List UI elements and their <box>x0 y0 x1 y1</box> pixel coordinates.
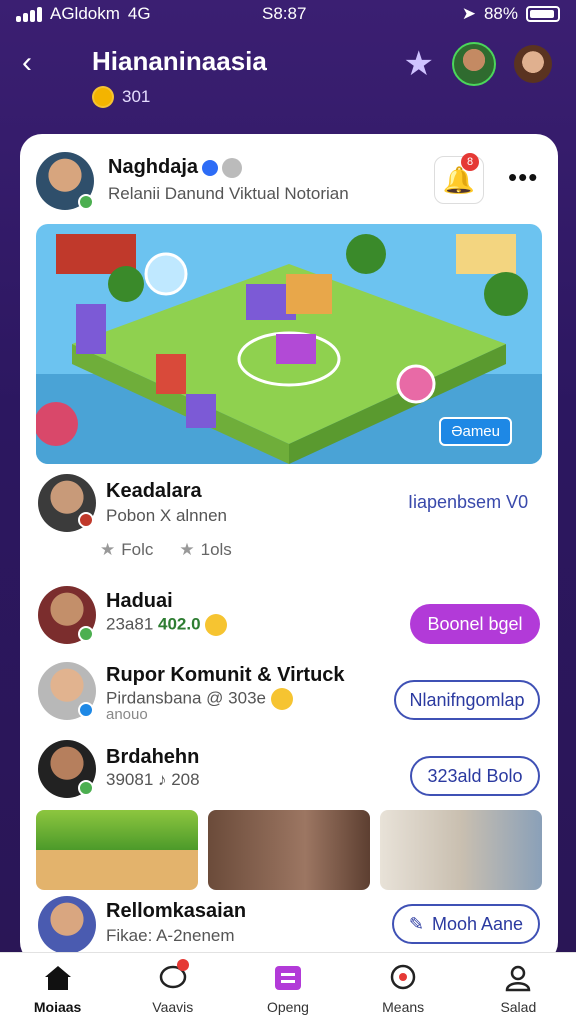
avatar[interactable] <box>514 45 552 83</box>
primary-action-button[interactable]: Boonel bgel <box>410 604 540 644</box>
apps-icon <box>272 963 304 993</box>
profile-icon <box>502 963 534 993</box>
secondary-action-button[interactable]: ✎ Mooh Aane <box>392 904 540 944</box>
tab-profile[interactable]: Salad <box>473 963 563 1015</box>
user-name: Brdahehn <box>106 746 200 768</box>
meta-item[interactable]: ★ 1ols <box>179 540 231 560</box>
online-indicator <box>78 194 94 210</box>
tab-label: Vaavis <box>152 998 194 1015</box>
back-button[interactable]: ‹ <box>22 48 32 78</box>
more-options-icon[interactable]: ••• <box>508 162 538 193</box>
carrier-label: AGldokm <box>50 4 120 23</box>
tab-label: Moiaas <box>33 998 82 1015</box>
home-icon <box>42 963 74 993</box>
verified-icon <box>202 159 219 176</box>
status-indicator <box>78 702 94 718</box>
user-subtitle: Pobon X alnnen <box>106 506 227 525</box>
network-label: 4G <box>127 4 151 23</box>
user-subtitle: 39081 ♪ 208 <box>106 770 200 789</box>
tab-messages[interactable]: Means <box>358 963 448 1015</box>
location-icon: ➤ <box>461 4 476 23</box>
chat-icon <box>157 958 189 993</box>
star-icon: ★ <box>179 540 195 559</box>
user-avatar[interactable] <box>38 896 96 954</box>
meta-label: Folc <box>121 540 154 559</box>
meta-item[interactable]: ★ Folc <box>100 540 153 560</box>
emoji-icon <box>205 614 228 636</box>
photo-thumbnail[interactable] <box>36 810 198 890</box>
hero-chip[interactable]: Əameu <box>439 417 512 446</box>
post-subtitle: Relanii Danund Viktual Notorian <box>108 184 349 203</box>
coin-count: 301 <box>122 87 151 106</box>
notification-badge: 8 <box>461 153 479 171</box>
emoji-icon <box>270 688 293 710</box>
user-subtitle-secondary: anouo <box>106 706 148 723</box>
post-meta: ★ Folc ★ 1ols <box>100 540 232 560</box>
clock: S8:87 <box>262 4 307 23</box>
avatar[interactable] <box>452 42 496 86</box>
photo-thumbnail[interactable] <box>208 810 370 890</box>
notification-dot <box>176 958 189 971</box>
page-title: Hiananinaasia <box>92 46 267 76</box>
user-name: Rellomkasaian <box>106 900 247 922</box>
tab-apps[interactable]: Openg <box>243 963 333 1015</box>
signal-icon <box>16 6 42 22</box>
tab-label: Salad <box>500 998 537 1015</box>
notification-button[interactable]: 🔔 8 <box>434 153 484 204</box>
online-indicator <box>78 780 94 796</box>
tab-label: Openg <box>266 998 309 1015</box>
secondary-action-button[interactable]: Nlanifngomlap <box>394 680 540 720</box>
battery-percent: 88% <box>483 4 518 23</box>
app-header: ‹ Hiananinaasia 301 ★ <box>0 34 576 124</box>
badge-icon <box>222 157 243 178</box>
status-indicator <box>78 512 94 528</box>
follow-link[interactable]: Iiapenbsem V0 <box>408 492 528 513</box>
star-icon[interactable]: ★ <box>404 47 434 81</box>
tab-home[interactable]: Moiaas <box>13 963 103 1015</box>
button-label: Mooh Aane <box>432 913 524 934</box>
photo-thumbnail[interactable] <box>380 810 542 890</box>
coin-balance: 301 <box>92 86 150 108</box>
user-name: Rupor Komunit & Virtuck <box>106 664 345 686</box>
user-name: Haduai <box>106 590 173 612</box>
battery-icon <box>526 6 560 22</box>
subtitle-value: 402.0 <box>158 614 201 634</box>
hero-illustration[interactable]: Əameu <box>36 224 542 464</box>
user-name: Keadalara <box>106 480 202 502</box>
tab-label: Means <box>382 998 425 1015</box>
user-subtitle: Fikae: A-2nenem <box>106 926 235 945</box>
subtitle-text: Pirdansbana @ 303e <box>106 688 266 708</box>
coin-icon <box>92 86 114 108</box>
meta-label: 1ols <box>200 540 232 559</box>
author-name-text: Naghdaja <box>108 156 199 178</box>
star-icon: ★ <box>100 540 116 559</box>
bottom-tab-bar: Moiaas Vaavis Openg Means Salad <box>0 952 576 1024</box>
author-name: Naghdaja <box>108 156 243 179</box>
subtitle-prefix: 23a81 <box>106 614 154 634</box>
tab-chat[interactable]: Vaavis <box>128 958 218 1015</box>
secondary-action-button[interactable]: 323ald Bolo <box>410 756 540 796</box>
user-subtitle: 23a81 402.0 <box>106 614 228 636</box>
status-bar: AGldokm 4G S8:87 ➤ 88% <box>0 0 576 30</box>
feed-card: Naghdaja Relanii Danund Viktual Notorian… <box>20 134 558 964</box>
photo-strip <box>36 810 542 890</box>
message-icon <box>387 963 419 993</box>
online-indicator <box>78 626 94 642</box>
edit-icon: ✎ <box>408 913 424 934</box>
